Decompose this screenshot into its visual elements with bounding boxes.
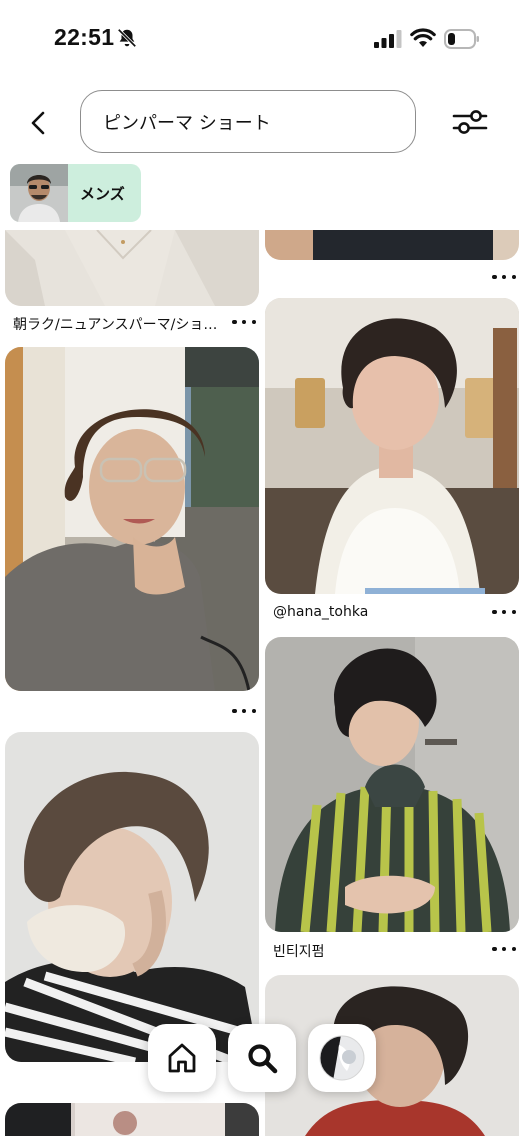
wifi-icon bbox=[410, 28, 436, 47]
pin-image bbox=[265, 637, 519, 932]
profile-avatar bbox=[319, 1035, 365, 1081]
search-button[interactable] bbox=[228, 1024, 296, 1092]
home-icon bbox=[168, 1043, 196, 1073]
pin-card[interactable] bbox=[5, 230, 259, 306]
profile-button[interactable] bbox=[308, 1024, 376, 1092]
pin-card[interactable] bbox=[265, 298, 519, 594]
pin-card[interactable] bbox=[265, 230, 519, 260]
home-button[interactable] bbox=[148, 1024, 216, 1092]
pin-image bbox=[265, 230, 519, 260]
more-options-button[interactable] bbox=[232, 706, 256, 716]
chevron-left-icon bbox=[31, 111, 45, 135]
signal-icon bbox=[374, 30, 402, 48]
more-options-button[interactable] bbox=[492, 272, 516, 282]
pin-card[interactable] bbox=[265, 637, 519, 932]
chip-label: メンズ bbox=[80, 184, 125, 203]
pin-image bbox=[5, 230, 259, 306]
bell-muted-icon bbox=[117, 28, 137, 48]
pin-card[interactable] bbox=[5, 1103, 259, 1136]
pin-image bbox=[5, 347, 259, 691]
status-time: 22:51 bbox=[54, 24, 115, 50]
back-button[interactable] bbox=[20, 104, 58, 142]
pin-image bbox=[5, 1103, 259, 1136]
chip-avatar-image bbox=[10, 164, 68, 222]
pin-card[interactable] bbox=[265, 975, 519, 1136]
status-bar: 22:51 bbox=[0, 0, 524, 80]
more-options-button[interactable] bbox=[492, 607, 516, 617]
pin-image bbox=[265, 975, 519, 1136]
more-options-button[interactable] bbox=[492, 944, 516, 954]
pin-caption: 빈티지펌 bbox=[273, 944, 325, 960]
pin-caption: @hana_tohka bbox=[273, 604, 369, 620]
pin-card[interactable] bbox=[5, 347, 259, 691]
mens-filter-chip[interactable]: メンズ bbox=[10, 164, 141, 222]
search-input[interactable] bbox=[103, 111, 415, 132]
search-icon bbox=[248, 1044, 278, 1074]
more-options-button[interactable] bbox=[232, 317, 256, 327]
pin-caption: 朝ラク/ニュアンスパーマ/ショ… bbox=[13, 317, 218, 333]
sliders-icon bbox=[452, 110, 488, 134]
search-box[interactable] bbox=[80, 90, 416, 153]
pin-image bbox=[265, 298, 519, 594]
battery-icon bbox=[444, 29, 479, 49]
pin-image bbox=[5, 732, 259, 1062]
pin-card[interactable] bbox=[5, 732, 259, 1062]
filter-button[interactable] bbox=[448, 100, 492, 144]
